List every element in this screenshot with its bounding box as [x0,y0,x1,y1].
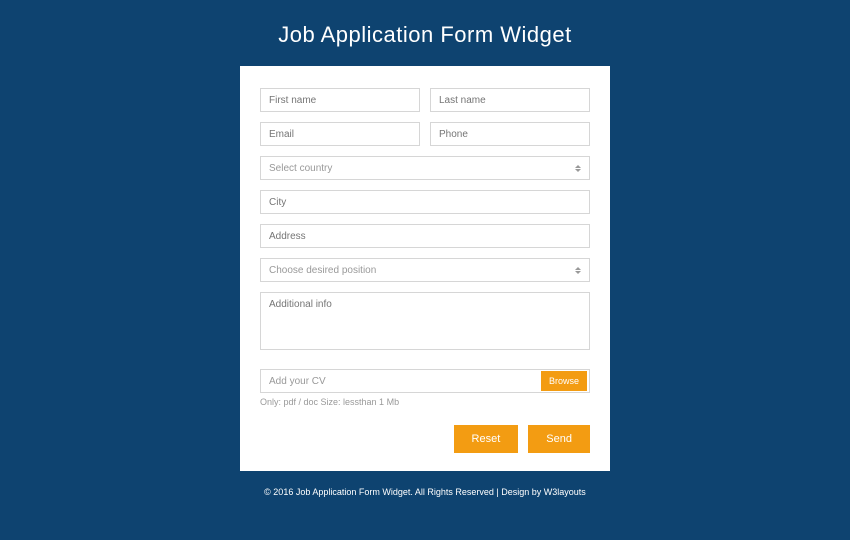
send-button[interactable]: Send [528,425,590,453]
page-title: Job Application Form Widget [278,22,572,48]
reset-button[interactable]: Reset [454,425,519,453]
footer-link[interactable]: W3layouts [544,487,586,497]
cv-file-row: Add your CV Browse [260,369,590,393]
city-input[interactable] [260,190,590,214]
position-select-label: Choose desired position [269,265,376,276]
footer-text: © 2016 Job Application Form Widget. All … [264,487,544,497]
chevron-updown-icon [575,267,581,274]
cv-placeholder: Add your CV [269,376,326,387]
form-card: Select country Choose desired position A… [240,66,610,471]
additional-info-textarea[interactable] [260,292,590,350]
address-input[interactable] [260,224,590,248]
country-select-label: Select country [269,163,332,174]
phone-input[interactable] [430,122,590,146]
footer: © 2016 Job Application Form Widget. All … [264,487,586,497]
browse-button[interactable]: Browse [541,371,587,391]
last-name-input[interactable] [430,88,590,112]
position-select[interactable]: Choose desired position [260,258,590,282]
first-name-input[interactable] [260,88,420,112]
chevron-updown-icon [575,165,581,172]
email-input[interactable] [260,122,420,146]
country-select[interactable]: Select country [260,156,590,180]
cv-hint: Only: pdf / doc Size: lessthan 1 Mb [260,397,590,407]
